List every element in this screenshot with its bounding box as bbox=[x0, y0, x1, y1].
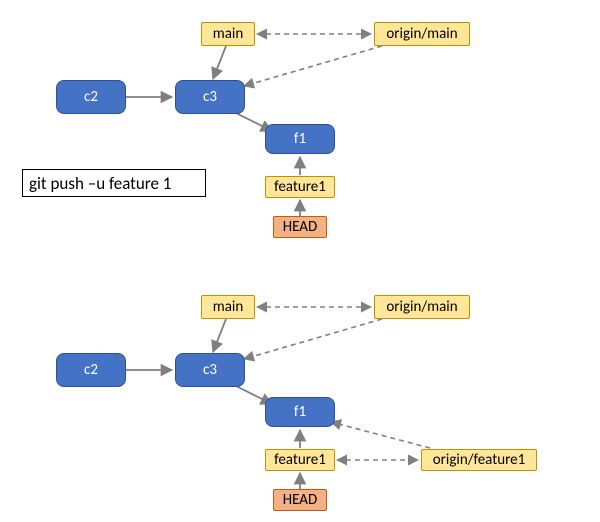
diagram-stage: c2 c3 f1 main origin/main feature1 HEAD … bbox=[0, 0, 600, 522]
branch-origin-main-before: origin/main bbox=[374, 22, 470, 46]
arrows-layer bbox=[0, 0, 600, 522]
branch-feature1-after: feature1 bbox=[265, 449, 335, 471]
commit-c3-after: c3 bbox=[175, 353, 245, 387]
commit-f1-before: f1 bbox=[265, 124, 335, 154]
branch-feature1-before: feature1 bbox=[265, 176, 335, 198]
commit-f1-after: f1 bbox=[265, 397, 335, 427]
commit-c3-before: c3 bbox=[175, 80, 245, 114]
branch-origin-main-after: origin/main bbox=[374, 295, 470, 319]
branch-main-after: main bbox=[201, 295, 255, 319]
branch-main-before: main bbox=[201, 22, 255, 46]
head-after: HEAD bbox=[273, 489, 327, 511]
commit-c2-after: c2 bbox=[56, 353, 126, 387]
command-label: git push –u feature 1 bbox=[22, 169, 206, 197]
commit-c2-before: c2 bbox=[56, 80, 126, 114]
head-before: HEAD bbox=[273, 216, 327, 238]
branch-origin-feature1-after: origin/feature1 bbox=[421, 449, 537, 471]
